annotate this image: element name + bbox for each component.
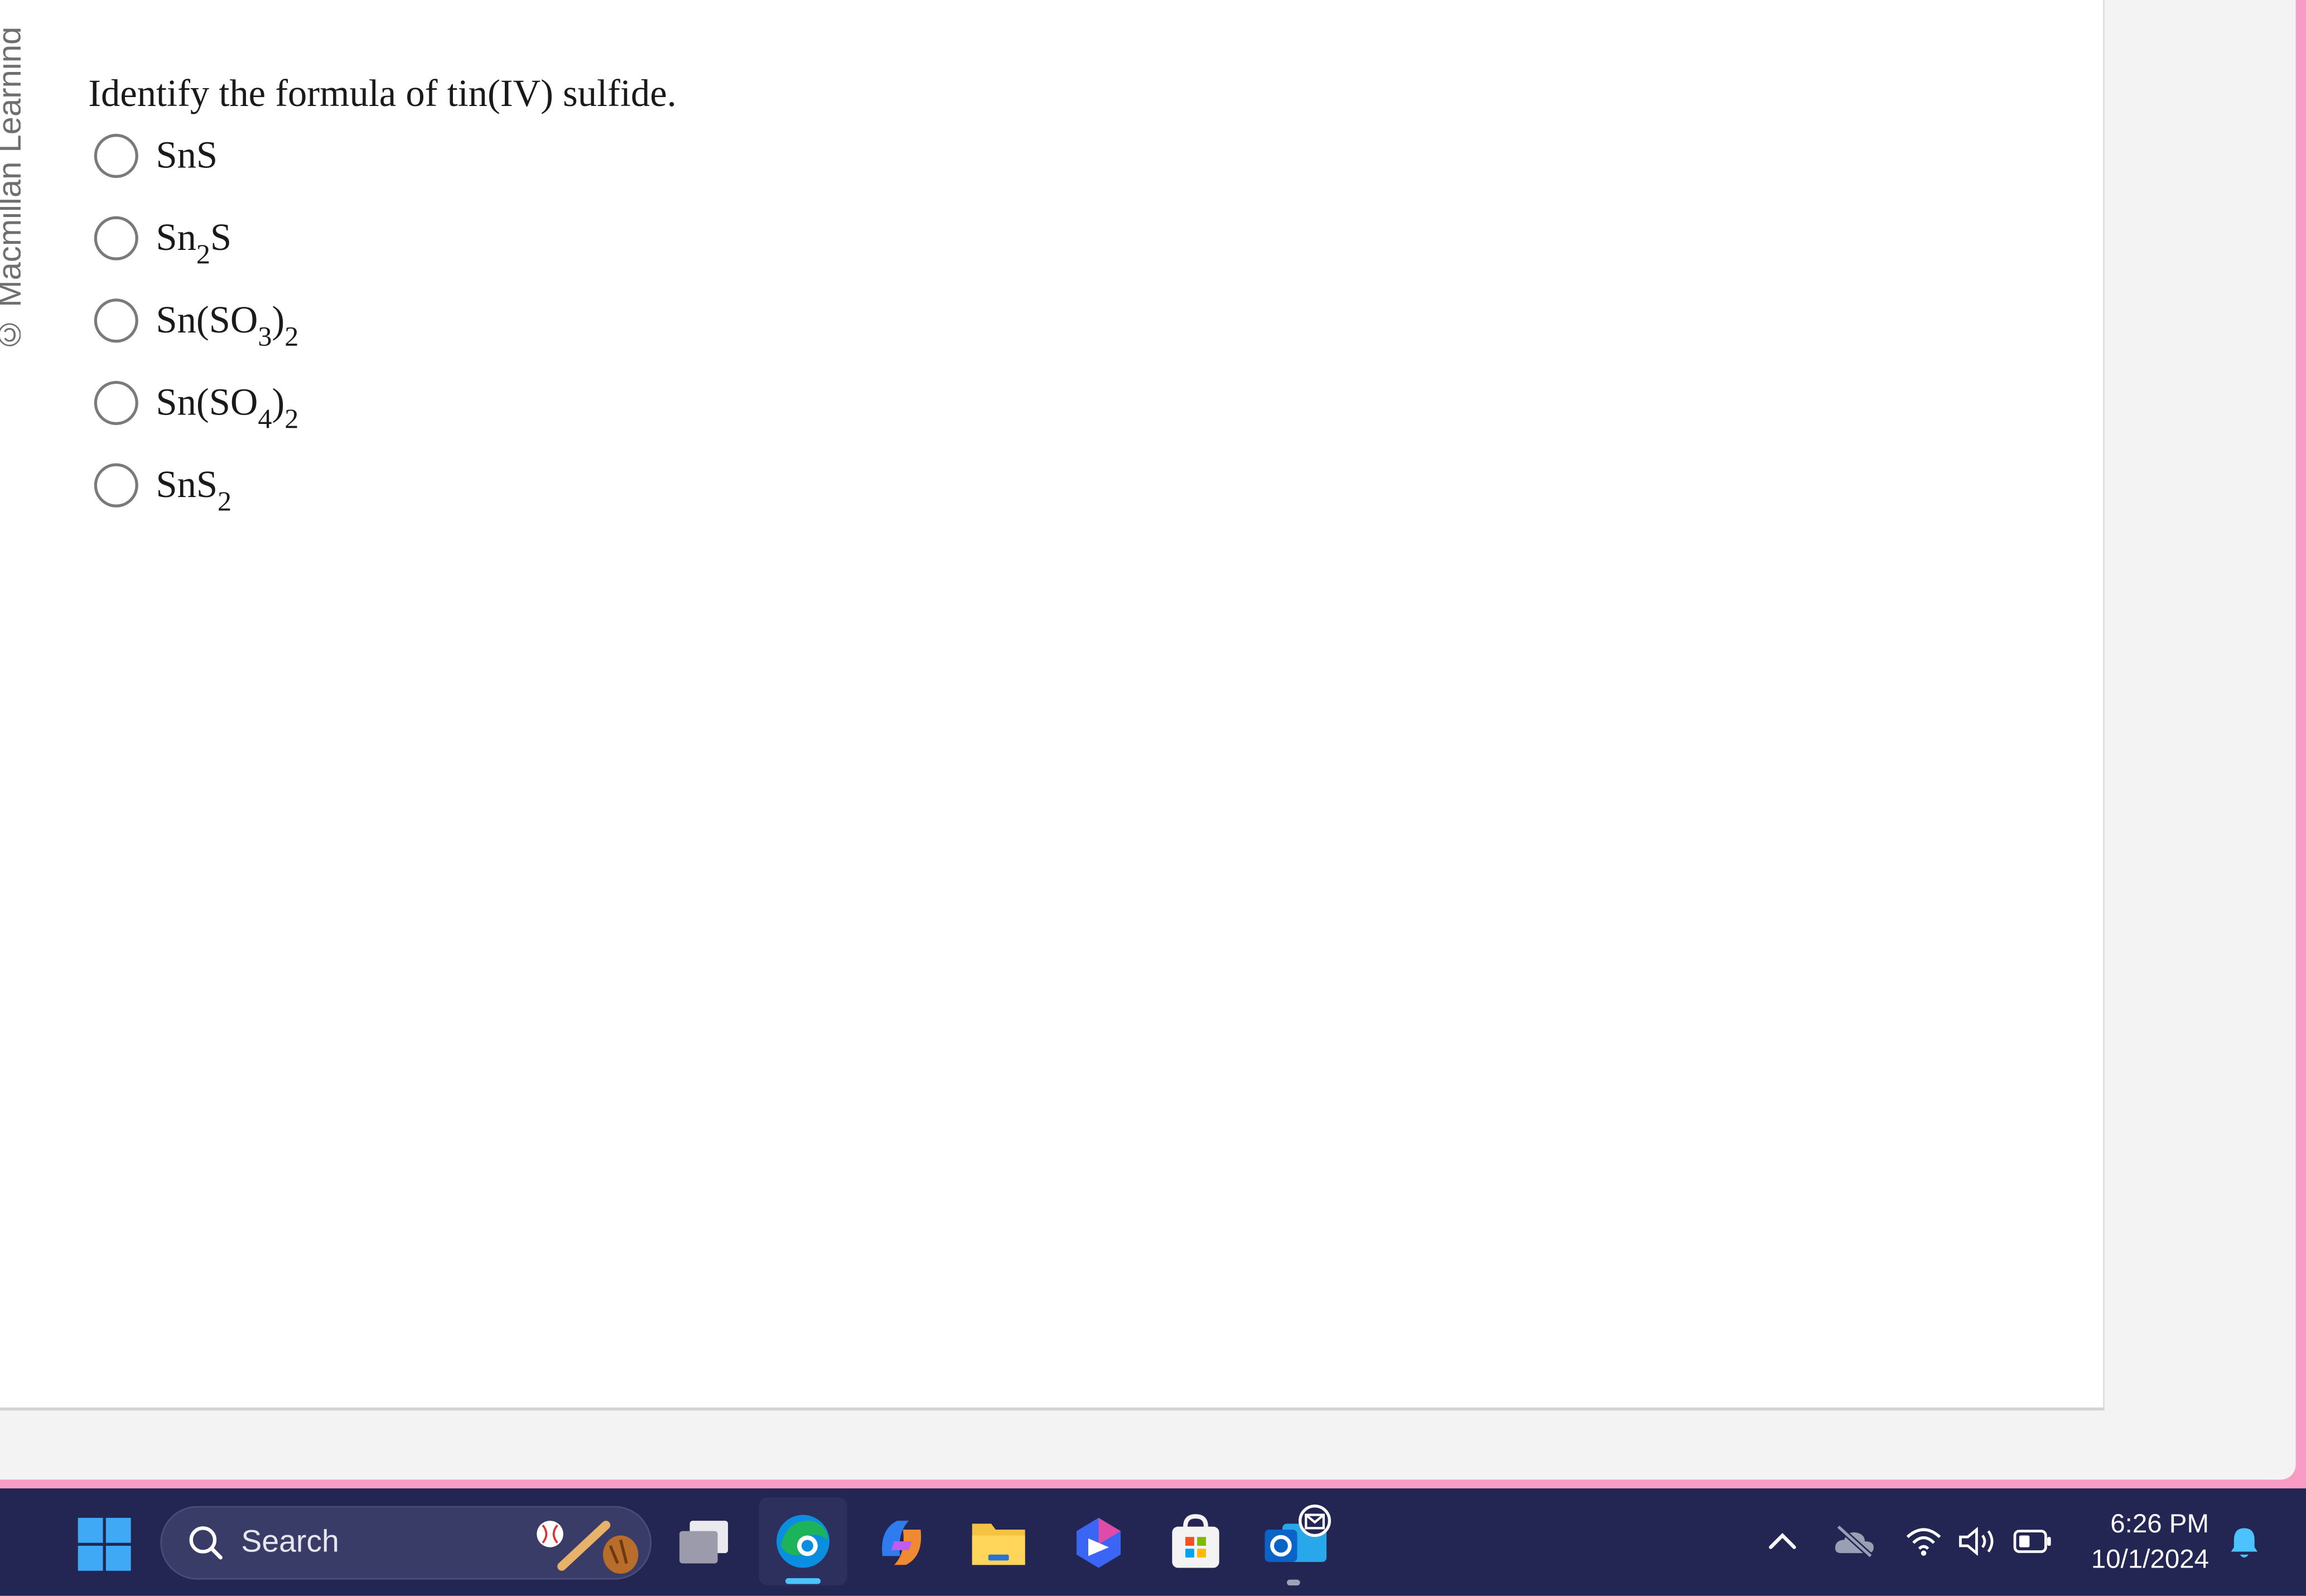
windows-start-icon[interactable]: [78, 1517, 131, 1571]
search-label: Search: [241, 1525, 339, 1559]
copilot-icon[interactable]: [871, 1512, 933, 1574]
file-explorer-icon[interactable]: [968, 1515, 1030, 1571]
answer-option-2[interactable]: Sn2S: [94, 215, 232, 269]
screen: © Macmillan Learning Identify the formul…: [0, 0, 2306, 1596]
formula-subscript: 4: [258, 404, 272, 436]
clock[interactable]: 6:26 PM 10/1/2024: [2073, 1506, 2209, 1577]
clock-date: 10/1/2024: [2091, 1544, 2209, 1574]
browser-window: © Macmillan Learning Identify the formul…: [0, 0, 2296, 1480]
wifi-icon[interactable]: [1903, 1523, 1945, 1559]
radio-button[interactable]: [94, 380, 138, 425]
radio-button[interactable]: [94, 216, 138, 261]
option-label: SnS2: [156, 462, 231, 516]
answer-option-5[interactable]: SnS2: [94, 462, 231, 516]
option-label: SnS: [156, 132, 218, 179]
watermark-text: © Macmillan Learning: [0, 26, 21, 353]
formula-text: Sn(SO: [156, 380, 258, 424]
formula-subscript: 2: [217, 486, 232, 518]
baseball-widget-icon[interactable]: [529, 1511, 647, 1578]
option-label: Sn(SO4)2: [156, 379, 298, 434]
question-text: Identify the formula of tin(IV) sulfide.: [88, 72, 677, 115]
formula-text: SnS: [156, 463, 218, 506]
onedrive-icon[interactable]: [1832, 1523, 1876, 1559]
formula-text: Sn(SO: [156, 298, 258, 341]
taskbar-search-box[interactable]: Search: [160, 1506, 652, 1580]
formula-subscript: 2: [196, 239, 210, 271]
formula-text: S: [210, 216, 232, 259]
clock-time: 6:26 PM: [2110, 1509, 2209, 1539]
page-content: © Macmillan Learning Identify the formul…: [0, 0, 2105, 1411]
microsoft-store-icon[interactable]: [1165, 1512, 1227, 1574]
radio-button[interactable]: [94, 133, 138, 179]
option-label: Sn(SO3)2: [156, 297, 298, 351]
answer-option-3[interactable]: Sn(SO3)2: [94, 297, 298, 351]
outlook-icon[interactable]: [1262, 1503, 1338, 1574]
answer-option-1[interactable]: SnS: [94, 132, 218, 179]
radio-button[interactable]: [94, 298, 138, 343]
bing-icon[interactable]: [1068, 1512, 1130, 1574]
formula-text: ): [272, 298, 285, 341]
edge-icon[interactable]: [772, 1511, 834, 1573]
open-app-indicator: [1286, 1579, 1300, 1586]
watermark: © Macmillan Learning: [0, 0, 21, 353]
task-view-icon[interactable]: [675, 1515, 737, 1571]
notification-bell-icon[interactable]: [2227, 1523, 2262, 1562]
formula-text: ): [272, 380, 285, 424]
formula-text: Sn: [156, 216, 196, 259]
formula-subscript: 2: [284, 322, 299, 353]
battery-icon[interactable]: [2012, 1527, 2053, 1556]
active-app-indicator: [785, 1578, 821, 1584]
volume-icon[interactable]: [1956, 1523, 2000, 1559]
chevron-up-icon[interactable]: [1765, 1527, 1800, 1556]
search-icon: [189, 1526, 223, 1560]
formula-subscript: 3: [258, 322, 272, 353]
formula-subscript: 2: [284, 404, 299, 436]
answer-option-4[interactable]: Sn(SO4)2: [94, 379, 298, 434]
radio-button[interactable]: [94, 463, 138, 508]
option-label: Sn2S: [156, 215, 232, 269]
taskbar: Search 6:26 PM 10/1/2024: [0, 1488, 2306, 1596]
formula-text: SnS: [156, 133, 218, 177]
